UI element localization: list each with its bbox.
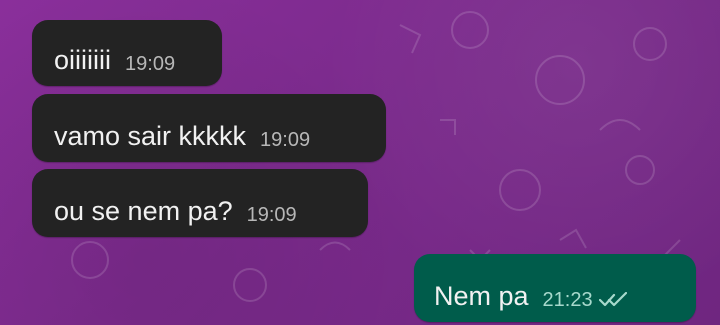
- message-text: vamo sair kkkkk: [54, 121, 247, 151]
- incoming-message[interactable]: oiiiiiii 19:09: [32, 20, 222, 86]
- message-time: 21:23: [542, 289, 593, 311]
- incoming-message[interactable]: ou se nem pa? 19:09: [32, 169, 368, 237]
- message-time: 19:09: [246, 204, 297, 226]
- incoming-message[interactable]: vamo sair kkkkk 19:09: [32, 94, 386, 162]
- message-text: oiiiiiii: [54, 45, 112, 75]
- double-check-icon: [598, 292, 627, 307]
- message-time: 19:09: [260, 129, 311, 151]
- message-text: ou se nem pa?: [54, 196, 233, 226]
- outgoing-message[interactable]: Nem pa 21:23: [414, 254, 696, 322]
- message-meta: 21:23: [543, 290, 627, 310]
- message-meta: 19:09: [260, 130, 310, 150]
- message-meta: 19:09: [247, 205, 297, 225]
- chat-thread: oiiiiiii 19:09 vamo sair kkkkk 19:09 ou …: [0, 0, 720, 325]
- message-meta: 19:09: [125, 54, 175, 74]
- message-time: 19:09: [125, 53, 176, 75]
- message-text: Nem pa: [434, 281, 529, 311]
